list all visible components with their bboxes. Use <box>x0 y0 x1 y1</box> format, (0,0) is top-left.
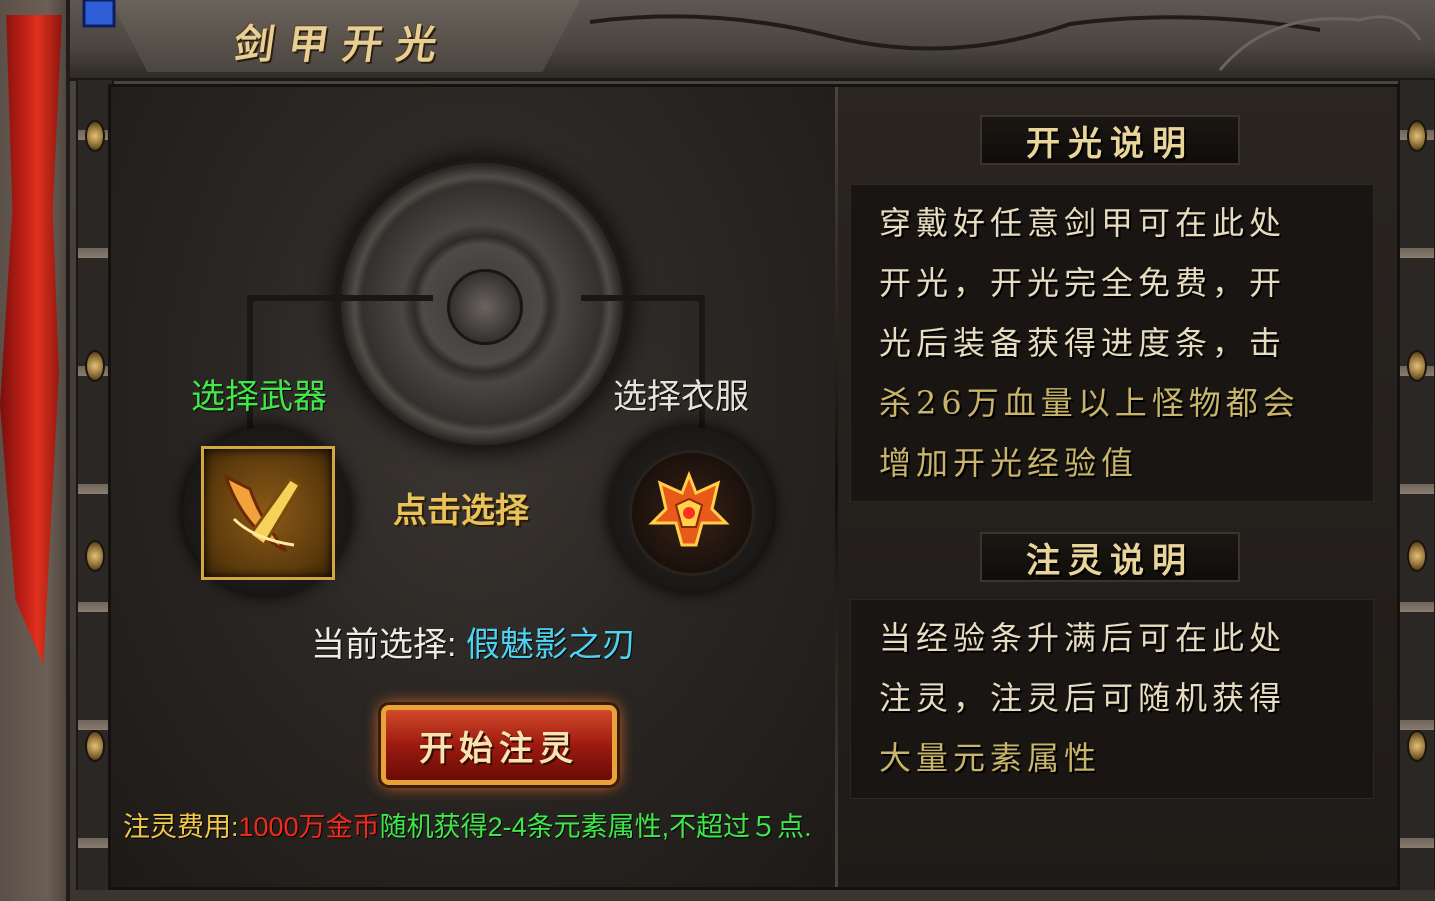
instructions-pane: 开光说明 穿戴好任意剑甲可在此处 开光，开光完全免费，开 光后装备获得进度条，击… <box>838 87 1397 887</box>
cost-description: 随机获得2-4条元素属性,不超过５点. <box>379 812 812 842</box>
kaiguang-line: 杀26万血量以上怪物都会 <box>879 384 1300 422</box>
chain-gem-icon <box>85 730 105 762</box>
clothes-slot[interactable] <box>629 450 755 576</box>
cost-label: 注灵费用: <box>123 812 239 842</box>
chain-gem-icon <box>1407 350 1427 382</box>
right-chain-border <box>1398 80 1435 890</box>
golden-blade-icon <box>223 474 303 553</box>
main-panel: 选择武器 选择衣服 点击选择 当前选择: 假魅影之刃 开始注灵 注灵费用:100… <box>108 84 1400 890</box>
chain-gem-icon <box>1407 540 1427 572</box>
chain-gem-icon <box>85 350 105 382</box>
select-weapon-label: 选择武器 <box>191 378 327 416</box>
kaiguang-description: 穿戴好任意剑甲可在此处 开光，开光完全免费，开 光后装备获得进度条，击 杀26万… <box>850 184 1374 502</box>
kaiguang-heading: 开光说明 <box>980 115 1240 165</box>
zhuling-description: 当经验条升满后可在此处 注灵，注灵后可随机获得 大量元素属性 <box>850 599 1374 799</box>
flame-armor-icon <box>648 470 730 547</box>
enchant-pane: 选择武器 选择衣服 点击选择 当前选择: 假魅影之刃 开始注灵 注灵费用:100… <box>111 87 835 887</box>
start-infuse-button[interactable]: 开始注灵 <box>381 705 617 785</box>
current-selection-value: 假魅影之刃 <box>465 626 636 664</box>
kaiguang-line: 光后装备获得进度条，击 <box>879 324 1287 362</box>
zhuling-line: 大量元素属性 <box>879 739 1102 777</box>
kaiguang-line: 开光，开光完全免费，开 <box>879 264 1287 302</box>
cost-value: 1000万金币 <box>238 812 380 842</box>
current-selection-label: 当前选择: <box>311 626 457 664</box>
frame-ornament-lines <box>82 0 1422 71</box>
infuse-cost-line: 注灵费用:1000万金币随机获得2-4条元素属性,不超过５点. <box>123 805 812 844</box>
altar-core <box>447 269 523 345</box>
kaiguang-line: 增加开光经验值 <box>879 444 1139 482</box>
frame-top-bar: 剑甲开光 <box>70 0 1435 81</box>
click-select-prompt[interactable]: 点击选择 <box>393 483 529 532</box>
chain-gem-icon <box>85 540 105 572</box>
current-selection-row: 当前选择: 假魅影之刃 <box>311 617 636 666</box>
zhuling-line: 当经验条升满后可在此处 <box>879 619 1287 657</box>
game-window: 剑甲开光 选择武器 选择衣服 点击选择 当前选择: 假魅影之刃 开始注灵 注灵费… <box>0 0 1435 901</box>
chain-gem-icon <box>1407 730 1427 762</box>
zhuling-line: 注灵，注灵后可随机获得 <box>879 679 1287 717</box>
weapon-slot[interactable] <box>201 446 335 580</box>
chain-gem-icon <box>1407 120 1427 152</box>
chain-gem-icon <box>85 120 105 152</box>
zhuling-heading: 注灵说明 <box>980 532 1240 582</box>
select-clothes-label: 选择衣服 <box>613 378 749 416</box>
kaiguang-line: 穿戴好任意剑甲可在此处 <box>879 204 1287 242</box>
